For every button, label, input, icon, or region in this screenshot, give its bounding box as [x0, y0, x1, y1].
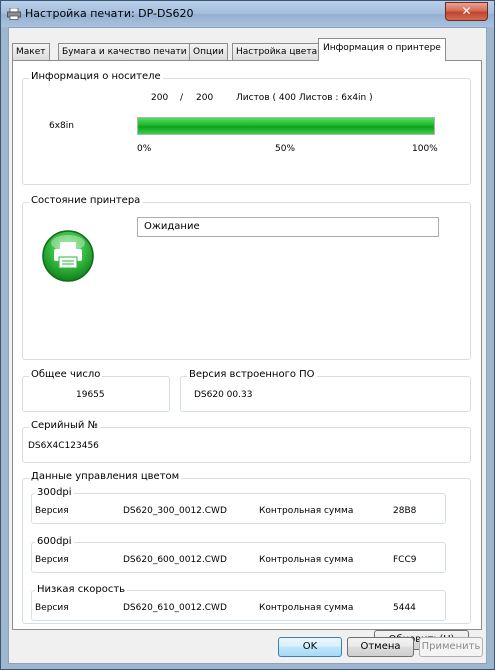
checksum-value: FCC9: [393, 555, 417, 565]
firmware-value: DS620 00.33: [194, 390, 253, 400]
checksum-value: 5444: [393, 603, 416, 613]
tab-layout[interactable]: Макет: [12, 43, 50, 60]
media-info-group: Информация о носителе 200 / 200 Листов (…: [22, 71, 471, 185]
media-count-current: 200: [151, 93, 169, 103]
version-file: DS620_610_0012.CWD: [123, 603, 227, 613]
media-count-separator: /: [180, 93, 184, 103]
firmware-group: Версия встроенного ПО DS620 00.33: [180, 369, 471, 412]
printer-info-panel: Информация о носителе 200 / 200 Листов (…: [12, 60, 482, 650]
version-label: Версия: [35, 555, 69, 565]
total-count-value: 19655: [76, 390, 105, 400]
printer-status-field: Ожидание: [137, 217, 439, 237]
dialog-client-area: Макет Бумага и качество печати Опции Нас…: [8, 27, 487, 664]
checksum-label: Контрольная сумма: [259, 603, 354, 613]
media-sheets-text: Листов ( 400 Листов : 6x4in ): [236, 93, 373, 103]
version-file: DS620_300_0012.CWD: [123, 506, 227, 516]
tab-options[interactable]: Опции: [189, 43, 228, 60]
checksum-label: Контрольная сумма: [259, 506, 354, 516]
total-count-group: Общее число 19655: [22, 369, 170, 412]
window-title: Настройка печати: DP-DS620: [25, 7, 194, 20]
ok-button[interactable]: OK: [278, 637, 342, 657]
version-label: Версия: [35, 506, 69, 516]
serial-group: Серийный № DS6X4C123456: [22, 420, 471, 463]
tab-strip: Макет Бумага и качество печати Опции Нас…: [12, 38, 482, 61]
media-info-label: Информация о носителе: [29, 71, 163, 82]
color-row-label: 300dpi: [35, 487, 74, 498]
tab-color-settings[interactable]: Настройка цвета: [232, 43, 322, 60]
serial-value: DS6X4C123456: [28, 441, 99, 451]
firmware-label: Версия встроенного ПО: [187, 369, 317, 380]
version-file: DS620_600_0012.CWD: [123, 555, 227, 565]
color-management-group: Данные управления цветом 300dpi Версия D…: [22, 471, 471, 624]
progress-tick-50: 50%: [275, 144, 296, 154]
printer-icon: [7, 8, 21, 20]
media-name: 6x8in: [49, 121, 74, 131]
color-row-300dpi: 300dpi Версия DS620_300_0012.CWD Контрол…: [31, 487, 446, 524]
printer-status-label: Состояние принтера: [29, 195, 143, 206]
progress-tick-0: 0%: [137, 144, 152, 154]
color-row-label: Низкая скорость: [35, 584, 128, 595]
version-label: Версия: [35, 603, 69, 613]
color-row-600dpi: 600dpi Версия DS620_600_0012.CWD Контрол…: [31, 536, 446, 573]
close-button[interactable]: ✕: [445, 2, 488, 21]
serial-label: Серийный №: [29, 420, 100, 431]
printer-ready-icon: [42, 230, 94, 282]
color-row-label: 600dpi: [35, 536, 74, 547]
media-progress-fill: [138, 118, 434, 134]
total-count-label: Общее число: [29, 369, 103, 380]
color-management-label: Данные управления цветом: [29, 471, 182, 482]
tab-printer-info[interactable]: Информация о принтере: [318, 38, 446, 61]
checksum-value: 28B8: [393, 506, 417, 516]
media-progress-bar: [137, 117, 435, 135]
printer-status-group: Состояние принтера Ожидание: [22, 195, 471, 360]
close-icon: ✕: [461, 4, 472, 18]
media-count-total: 200: [196, 93, 214, 103]
tab-paper-quality[interactable]: Бумага и качество печати: [58, 43, 191, 60]
cancel-button[interactable]: Отмена: [347, 637, 414, 657]
checksum-label: Контрольная сумма: [259, 555, 354, 565]
color-row-low-speed: Низкая скорость Версия DS620_610_0012.CW…: [31, 584, 446, 621]
print-settings-window: Настройка печати: DP-DS620 ✕ Макет Бумаг…: [0, 0, 495, 670]
apply-button[interactable]: Применить: [419, 637, 483, 657]
progress-tick-100: 100%: [412, 144, 438, 154]
title-bar[interactable]: Настройка печати: DP-DS620 ✕: [1, 1, 494, 27]
